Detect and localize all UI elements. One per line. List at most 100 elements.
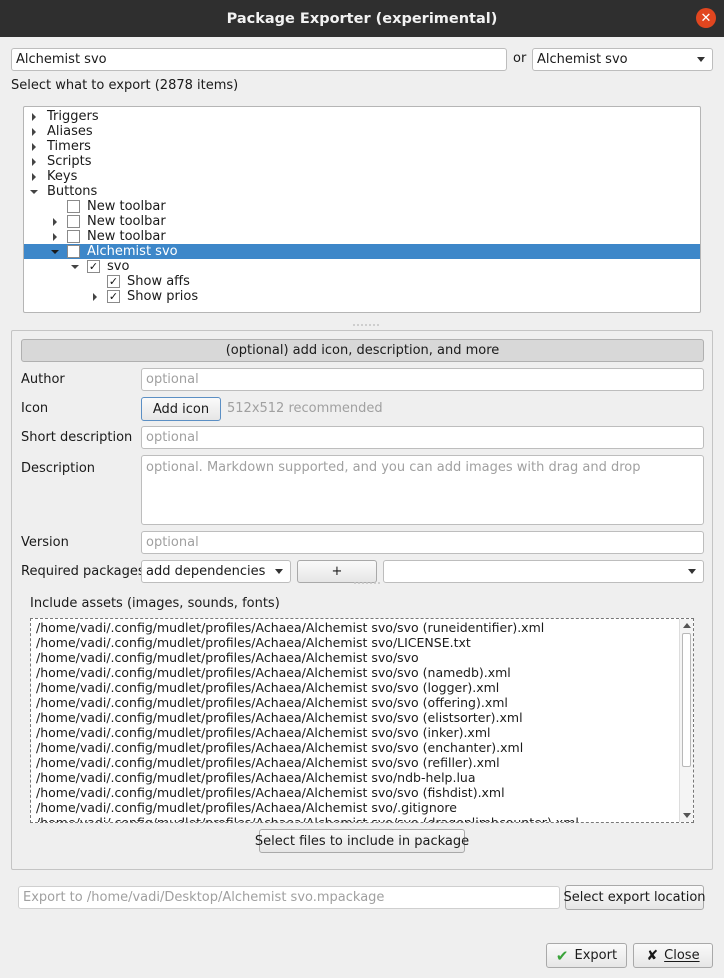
assets-scrollbar[interactable] (679, 619, 693, 822)
details-toggle-label: (optional) add icon, description, and mo… (225, 343, 500, 358)
required-packages-label: Required packages (21, 564, 145, 579)
expand-arrow-icon[interactable] (93, 293, 97, 301)
asset-file-item[interactable]: /home/vadi/.config/mudlet/profiles/Achae… (36, 725, 490, 740)
tree-item-label: Keys (47, 169, 78, 184)
asset-file-item[interactable]: /home/vadi/.config/mudlet/profiles/Achae… (36, 710, 523, 725)
tree-item[interactable]: Keys (24, 169, 700, 184)
tree-item[interactable]: Alchemist svo (24, 244, 700, 259)
export-button[interactable]: ✔ Export (546, 943, 627, 968)
expand-arrow-icon[interactable] (32, 113, 36, 121)
or-label: or (513, 51, 527, 66)
package-select[interactable]: Alchemist svo (532, 48, 713, 71)
tree-item[interactable]: New toolbar (24, 214, 700, 229)
add-icon-button[interactable]: Add icon (141, 397, 221, 421)
package-name-input[interactable]: Alchemist svo (11, 48, 507, 71)
title-bar: Package Exporter (experimental) ✕ (0, 0, 724, 37)
scroll-up-arrow-icon[interactable] (683, 623, 691, 628)
asset-file-item[interactable]: /home/vadi/.config/mudlet/profiles/Achae… (36, 620, 544, 635)
window-title: Package Exporter (experimental) (226, 10, 498, 27)
checkbox[interactable] (67, 230, 80, 243)
author-placeholder: optional (146, 372, 199, 387)
checkbox-checked[interactable]: ✓ (107, 290, 120, 303)
asset-file-item[interactable]: /home/vadi/.config/mudlet/profiles/Achae… (36, 740, 523, 755)
icon-label: Icon (21, 401, 49, 416)
asset-file-item[interactable]: /home/vadi/.config/mudlet/profiles/Achae… (36, 800, 457, 815)
assets-list[interactable]: /home/vadi/.config/mudlet/profiles/Achae… (30, 618, 694, 823)
asset-file-item[interactable]: /home/vadi/.config/mudlet/profiles/Achae… (36, 785, 505, 800)
close-icon: ✘ (646, 947, 659, 964)
select-files-button[interactable]: Select files to include in package (255, 829, 469, 853)
expand-arrow-icon[interactable] (32, 128, 36, 136)
collapse-arrow-icon[interactable] (30, 190, 38, 194)
tree-item[interactable]: New toolbar (24, 199, 700, 214)
expand-arrow-icon[interactable] (32, 173, 36, 181)
tree-item-label: Triggers (47, 109, 99, 124)
tree-item-label: New toolbar (87, 229, 166, 244)
dependencies-select[interactable]: add dependencies (141, 560, 291, 583)
author-input[interactable]: optional (141, 368, 704, 391)
assets-splitter-handle[interactable] (354, 582, 380, 584)
chevron-down-icon (275, 569, 283, 574)
tree-item[interactable]: ✓ Show prios (24, 289, 700, 304)
close-button[interactable]: ✘ Close (633, 943, 713, 968)
description-placeholder: optional. Markdown supported, and you ca… (146, 460, 641, 475)
asset-file-item[interactable]: /home/vadi/.config/mudlet/profiles/Achae… (36, 770, 476, 785)
tree-item-label: Timers (47, 139, 91, 154)
dependency-package-select[interactable] (383, 560, 704, 583)
chevron-down-icon (688, 569, 696, 574)
description-label: Description (21, 461, 96, 476)
checkbox[interactable] (67, 200, 80, 213)
description-textarea[interactable]: optional. Markdown supported, and you ca… (141, 455, 704, 525)
author-label: Author (21, 372, 65, 387)
splitter-handle[interactable] (353, 324, 379, 326)
version-placeholder: optional (146, 535, 199, 550)
tree-item-label: Aliases (47, 124, 93, 139)
scrollbar-thumb[interactable] (682, 633, 691, 767)
version-label: Version (21, 535, 69, 550)
tree-item[interactable]: ✓ svo (24, 259, 700, 274)
checkbox-checked[interactable]: ✓ (87, 260, 100, 273)
tree-item[interactable]: Timers (24, 139, 700, 154)
export-tree[interactable]: Triggers Aliases Timers Scripts Keys Buttons N… (23, 106, 701, 313)
export-location-input[interactable]: Export to /home/vadi/Desktop/Alchemist s… (18, 886, 560, 909)
scroll-down-arrow-icon[interactable] (683, 813, 691, 818)
collapse-arrow-icon[interactable] (51, 250, 59, 254)
tree-item[interactable]: Buttons (24, 184, 700, 199)
tree-item[interactable]: Scripts (24, 154, 700, 169)
checkbox[interactable] (67, 245, 80, 258)
window-close-icon[interactable]: ✕ (696, 8, 716, 28)
asset-file-item[interactable]: /home/vadi/.config/mudlet/profiles/Achae… (36, 680, 499, 695)
asset-file-item[interactable]: /home/vadi/.config/mudlet/profiles/Achae… (36, 815, 579, 822)
select-export-location-button[interactable]: Select export location (563, 885, 706, 910)
asset-file-item[interactable]: /home/vadi/.config/mudlet/profiles/Achae… (36, 755, 500, 770)
tree-item[interactable]: ✓ Show affs (24, 274, 700, 289)
dependencies-select-value: add dependencies (146, 564, 266, 579)
expand-arrow-icon[interactable] (32, 143, 36, 151)
checkbox[interactable] (67, 215, 80, 228)
tree-item[interactable]: Triggers (24, 109, 700, 124)
select-export-location-label: Select export location (563, 890, 706, 905)
tree-item[interactable]: New toolbar (24, 229, 700, 244)
add-icon-label: Add icon (152, 401, 210, 417)
add-dependency-button[interactable]: + (297, 560, 377, 583)
checkmark-icon: ✔ (555, 946, 569, 965)
asset-file-item[interactable]: /home/vadi/.config/mudlet/profiles/Achae… (36, 665, 511, 680)
short-description-label: Short description (21, 430, 133, 445)
asset-file-item[interactable]: /home/vadi/.config/mudlet/profiles/Achae… (36, 695, 508, 710)
tree-item[interactable]: Aliases (24, 124, 700, 139)
asset-file-item[interactable]: /home/vadi/.config/mudlet/profiles/Achae… (36, 635, 471, 650)
details-toggle-button[interactable]: (optional) add icon, description, and mo… (21, 339, 704, 362)
version-input[interactable]: optional (141, 531, 704, 554)
chevron-down-icon (697, 57, 705, 62)
checkbox-checked[interactable]: ✓ (107, 275, 120, 288)
expand-arrow-icon[interactable] (32, 158, 36, 166)
export-location-placeholder: Export to /home/vadi/Desktop/Alchemist s… (23, 890, 385, 905)
short-description-input[interactable]: optional (141, 426, 704, 449)
icon-size-hint: 512x512 recommended (227, 401, 383, 416)
collapse-arrow-icon[interactable] (71, 265, 79, 269)
expand-arrow-icon[interactable] (53, 233, 57, 241)
tree-item-label: New toolbar (87, 214, 166, 229)
asset-file-item[interactable]: /home/vadi/.config/mudlet/profiles/Achae… (36, 650, 419, 665)
expand-arrow-icon[interactable] (53, 218, 57, 226)
package-select-value: Alchemist svo (537, 52, 628, 67)
